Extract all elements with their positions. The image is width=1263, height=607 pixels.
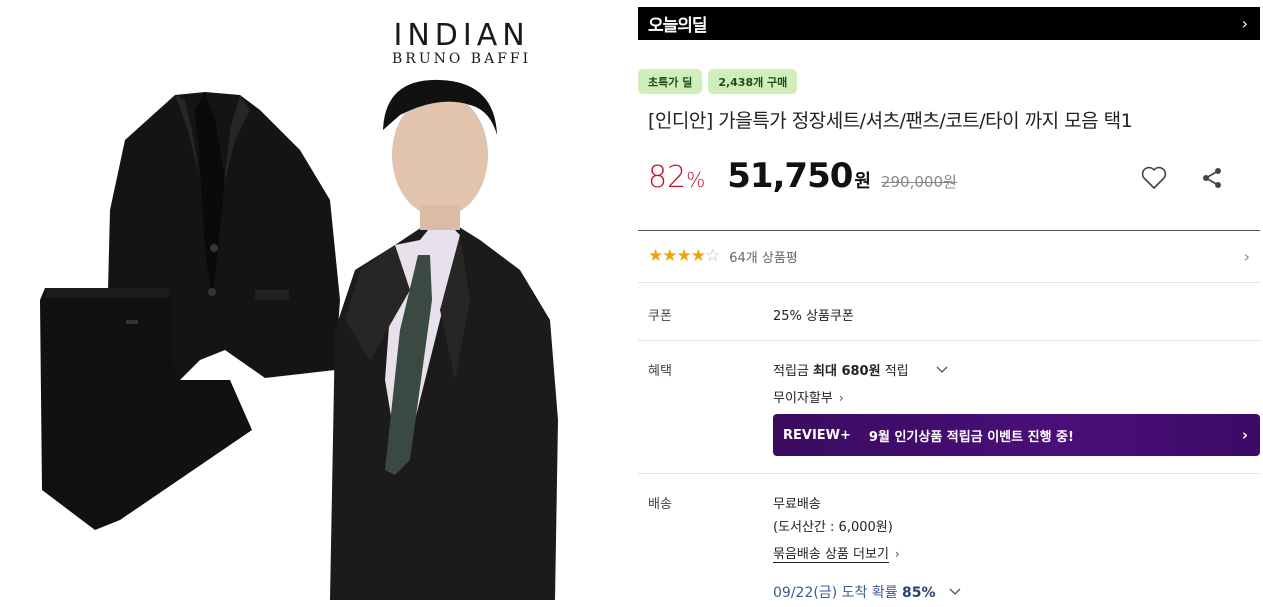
- heart-icon[interactable]: [1140, 164, 1168, 192]
- shipping-label: 배송: [648, 497, 672, 512]
- arrival-estimate[interactable]: 09/22(금) 도착 확률 85%: [773, 582, 962, 602]
- chevron-right-icon: ›: [1241, 14, 1248, 33]
- product-title: [인디안] 가을특가 정장세트/셔츠/팬츠/코트/타이 까지 모음 택1: [648, 110, 1133, 132]
- deal-bar-title: 오늘의딜: [648, 16, 708, 36]
- divider: [638, 282, 1260, 283]
- points-info[interactable]: 적립금 최대 680원 적립: [773, 360, 949, 379]
- shipping-method: 무료배송: [773, 497, 821, 512]
- badge-purchase-count: 2,438개 구매: [708, 69, 798, 94]
- rating-row[interactable]: ★★★★☆ 64개 상품평 ›: [648, 246, 1250, 266]
- brand-sub-text: BRUNO BAFFI: [392, 51, 532, 67]
- chevron-down-icon: [948, 585, 962, 601]
- brand-main-text: INDIAN: [393, 18, 530, 53]
- price-unit: 원: [854, 171, 871, 192]
- installment-link[interactable]: 무이자할부 ›: [773, 387, 844, 406]
- review-count: 64개 상품평: [729, 250, 798, 266]
- product-info-panel: 오늘의딜 › 초특가 딜 2,438개 구매 [인디안] 가을특가 정장세트/셔…: [638, 0, 1260, 607]
- chevron-right-icon: ›: [894, 547, 900, 561]
- chevron-right-icon: ›: [1243, 246, 1250, 266]
- badge-special-deal: 초특가 딜: [638, 69, 703, 94]
- rating-stars: ★★★★☆: [648, 246, 720, 266]
- remote-area-fee: (도서산간 : 6,000원): [773, 520, 893, 535]
- divider: [638, 473, 1260, 474]
- banner-message: 9월 인기상품 적립금 이벤트 진행 중!: [868, 429, 1074, 445]
- chevron-down-icon: [935, 364, 949, 379]
- bundle-shipping-link[interactable]: 묶음배송 상품 더보기 ›: [773, 543, 900, 563]
- coupon-value: 25% 상품쿠폰: [773, 309, 854, 324]
- suit-illustration: [40, 79, 558, 600]
- benefit-label: 혜택: [648, 364, 672, 379]
- review-plus-banner[interactable]: REVIEW+ 9월 인기상품 적립금 이벤트 진행 중! ›: [773, 414, 1260, 456]
- badge-list: 초특가 딜 2,438개 구매: [638, 69, 798, 94]
- coupon-label: 쿠폰: [648, 309, 672, 324]
- share-icon[interactable]: [1198, 164, 1226, 192]
- brand-logo: INDIAN BRUNO BAFFI: [392, 18, 531, 67]
- today-deal-bar[interactable]: 오늘의딜 ›: [638, 7, 1260, 40]
- banner-tag: REVIEW+: [783, 427, 851, 443]
- discount-rate: 82%: [648, 160, 706, 195]
- original-price: 290,000원: [880, 173, 957, 191]
- divider: [638, 230, 1260, 231]
- chevron-right-icon: ›: [838, 391, 844, 405]
- sale-price: 51,750: [727, 156, 853, 196]
- chevron-right-icon: ›: [1241, 426, 1248, 444]
- product-image: INDIAN BRUNO BAFFI: [0, 0, 600, 607]
- divider: [638, 340, 1260, 341]
- product-actions: [1140, 164, 1226, 192]
- price-row: 82% 51,750 원 290,000원: [648, 156, 957, 196]
